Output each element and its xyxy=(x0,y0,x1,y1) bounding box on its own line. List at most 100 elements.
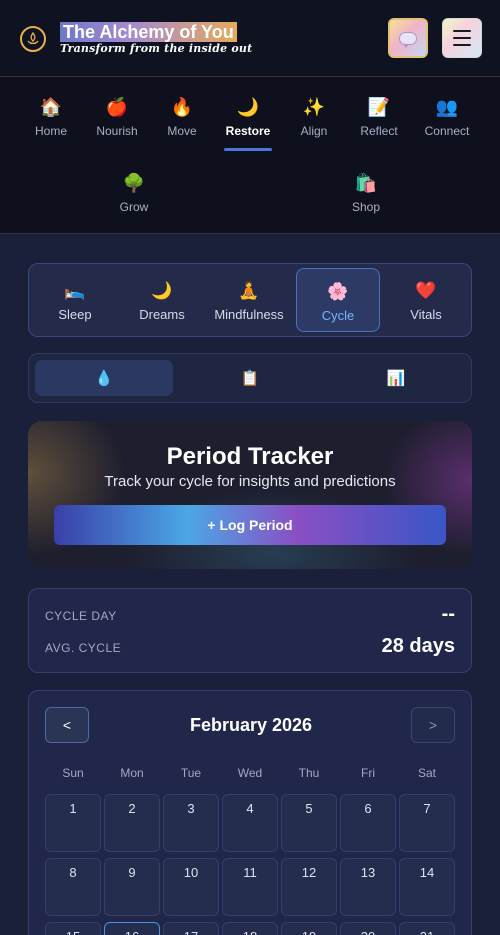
sparkles-icon: ✨ xyxy=(302,97,326,117)
nav-item-align[interactable]: ✨ Align xyxy=(281,87,347,143)
cycle-view-tabs: 💧 📋 📊 xyxy=(28,353,472,403)
calendar-day[interactable]: 10 xyxy=(163,858,219,916)
calendar-day[interactable]: 17 xyxy=(163,922,219,935)
tree-icon: 🌳 xyxy=(122,173,146,193)
nav-item-grow[interactable]: 🌳 Grow xyxy=(101,163,167,219)
weekday-header: Mon xyxy=(120,766,144,780)
nav-item-reflect[interactable]: 📝 Reflect xyxy=(346,87,412,143)
weekday-header: Sun xyxy=(62,766,84,780)
nav-item-shop[interactable]: 🛍️ Shop xyxy=(333,163,399,219)
cycle-day-value: -- xyxy=(441,603,455,625)
calendar-day[interactable]: 13 xyxy=(340,858,396,916)
avg-cycle-value: 28 days xyxy=(381,635,455,657)
clipboard-icon: 📋 xyxy=(240,370,260,387)
moon-icon: 🌙 xyxy=(236,97,260,117)
moon-icon: 🌙 xyxy=(151,281,173,300)
nav-item-label: Align xyxy=(300,124,328,138)
calendar-day[interactable]: 1 xyxy=(45,794,101,852)
weekday-header: Fri xyxy=(361,766,375,780)
nav-item-restore[interactable]: 🌙 Restore xyxy=(215,87,281,143)
tab-symptoms[interactable]: 📋 xyxy=(181,360,319,396)
subtab-label: Vitals xyxy=(410,307,442,322)
calendar-month-title: February 2026 xyxy=(189,715,313,735)
calendar-day[interactable]: 11 xyxy=(222,858,278,916)
weekday-header: Wed xyxy=(237,766,263,780)
calendar-day[interactable]: 14 xyxy=(399,858,455,916)
subtab-mindfulness[interactable]: 🧘 Mindfulness xyxy=(207,268,291,332)
nav-item-label: Home xyxy=(34,124,67,138)
calendar-day[interactable]: 18 xyxy=(222,922,278,935)
flame-lotus-icon[interactable] xyxy=(20,26,46,52)
people-icon: 👥 xyxy=(435,97,459,117)
nav-item-move[interactable]: 🔥 Move xyxy=(149,87,215,143)
calendar-day[interactable]: 2 xyxy=(104,794,160,852)
weekday-header: Thu xyxy=(298,766,320,780)
calendar-day[interactable]: 3 xyxy=(163,794,219,852)
app-title: The Alchemy of You xyxy=(60,22,237,42)
fire-icon: 🔥 xyxy=(170,97,194,117)
period-tracker-hero: Period Tracker Track your cycle for insi… xyxy=(28,421,472,569)
nav-item-label: Move xyxy=(167,124,197,138)
hero-subtitle: Track your cycle for insights and predic… xyxy=(104,473,396,490)
cycle-stats-card: CYCLE DAY -- AVG. CYCLE 28 days xyxy=(28,588,472,673)
subtab-label: Mindfulness xyxy=(214,307,284,322)
meditation-icon: 🧘 xyxy=(238,281,260,300)
calendar-day[interactable]: 9 xyxy=(104,858,160,916)
log-period-button[interactable]: + Log Period xyxy=(54,505,446,545)
calendar-day[interactable]: 5 xyxy=(281,794,337,852)
subtab-cycle[interactable]: 🌸 Cycle xyxy=(296,268,380,332)
subtab-dreams[interactable]: 🌙 Dreams xyxy=(120,268,204,332)
bed-icon: 🛌 xyxy=(64,281,86,300)
tab-insights[interactable]: 📊 xyxy=(327,360,465,396)
nav-item-label: Grow xyxy=(119,200,149,214)
apple-icon: 🍎 xyxy=(105,97,129,117)
hamburger-icon xyxy=(453,30,471,32)
cycle-day-label: CYCLE DAY xyxy=(45,609,117,623)
active-nav-indicator xyxy=(224,148,272,151)
nav-item-connect[interactable]: 👥 Connect xyxy=(414,87,480,143)
nav-item-label: Nourish xyxy=(96,124,138,138)
calendar-day[interactable]: 12 xyxy=(281,858,337,916)
calendar-day[interactable]: 15 xyxy=(45,922,101,935)
bar-chart-icon: 📊 xyxy=(386,370,406,387)
calendar-day[interactable]: 4 xyxy=(222,794,278,852)
calendar-day[interactable]: 8 xyxy=(45,858,101,916)
nav-item-label: Restore xyxy=(225,124,271,138)
calendar-day-today[interactable]: 16 xyxy=(104,922,160,935)
main-nav: 🏠 Home 🍎 Nourish 🔥 Move 🌙 Restore ✨ Alig… xyxy=(0,77,500,234)
app-header: The Alchemy of You Transform from the in… xyxy=(0,0,500,77)
cycle-calendar: < February 2026 > Sun Mon Tue Wed Thu Fri Sat 1… xyxy=(28,690,472,935)
calendar-day[interactable]: 7 xyxy=(399,794,455,852)
heart-icon: ❤️ xyxy=(415,281,437,300)
drop-icon: 💧 xyxy=(94,370,114,387)
subtab-label: Dreams xyxy=(139,307,185,322)
hero-title: Period Tracker xyxy=(166,443,334,470)
menu-button[interactable] xyxy=(442,18,482,58)
calendar-day[interactable]: 20 xyxy=(340,922,396,935)
shopping-bags-icon: 🛍️ xyxy=(354,173,378,193)
calendar-day[interactable]: 21 xyxy=(399,922,455,935)
tab-period-log[interactable]: 💧 xyxy=(35,360,173,396)
weekday-header: Sat xyxy=(417,766,436,780)
calendar-day[interactable]: 19 xyxy=(281,922,337,935)
nav-item-nourish[interactable]: 🍎 Nourish xyxy=(84,87,150,143)
calendar-day[interactable]: 6 xyxy=(340,794,396,852)
chat-button[interactable] xyxy=(388,18,428,58)
memo-icon: 📝 xyxy=(367,97,391,117)
house-icon: 🏠 xyxy=(39,97,63,117)
nav-item-label: Shop xyxy=(351,200,381,214)
subtab-sleep[interactable]: 🛌 Sleep xyxy=(33,268,117,332)
subtab-label: Sleep xyxy=(58,307,92,322)
speech-bubble-icon xyxy=(399,31,417,48)
weekday-header: Tue xyxy=(180,766,202,780)
subtab-label: Cycle xyxy=(321,308,355,323)
nav-item-home[interactable]: 🏠 Home xyxy=(18,87,84,143)
nav-item-label: Connect xyxy=(424,124,470,138)
next-month-button[interactable]: > xyxy=(411,707,455,743)
restore-subtabs: 🛌 Sleep 🌙 Dreams 🧘 Mindfulness 🌸 Cycle ❤… xyxy=(28,263,472,337)
avg-cycle-label: AVG. CYCLE xyxy=(45,641,122,655)
nav-item-label: Reflect xyxy=(360,124,398,138)
blossom-icon: 🌸 xyxy=(327,282,349,301)
app-subtitle: Transform from the inside out xyxy=(60,42,253,55)
subtab-vitals[interactable]: ❤️ Vitals xyxy=(384,268,468,332)
